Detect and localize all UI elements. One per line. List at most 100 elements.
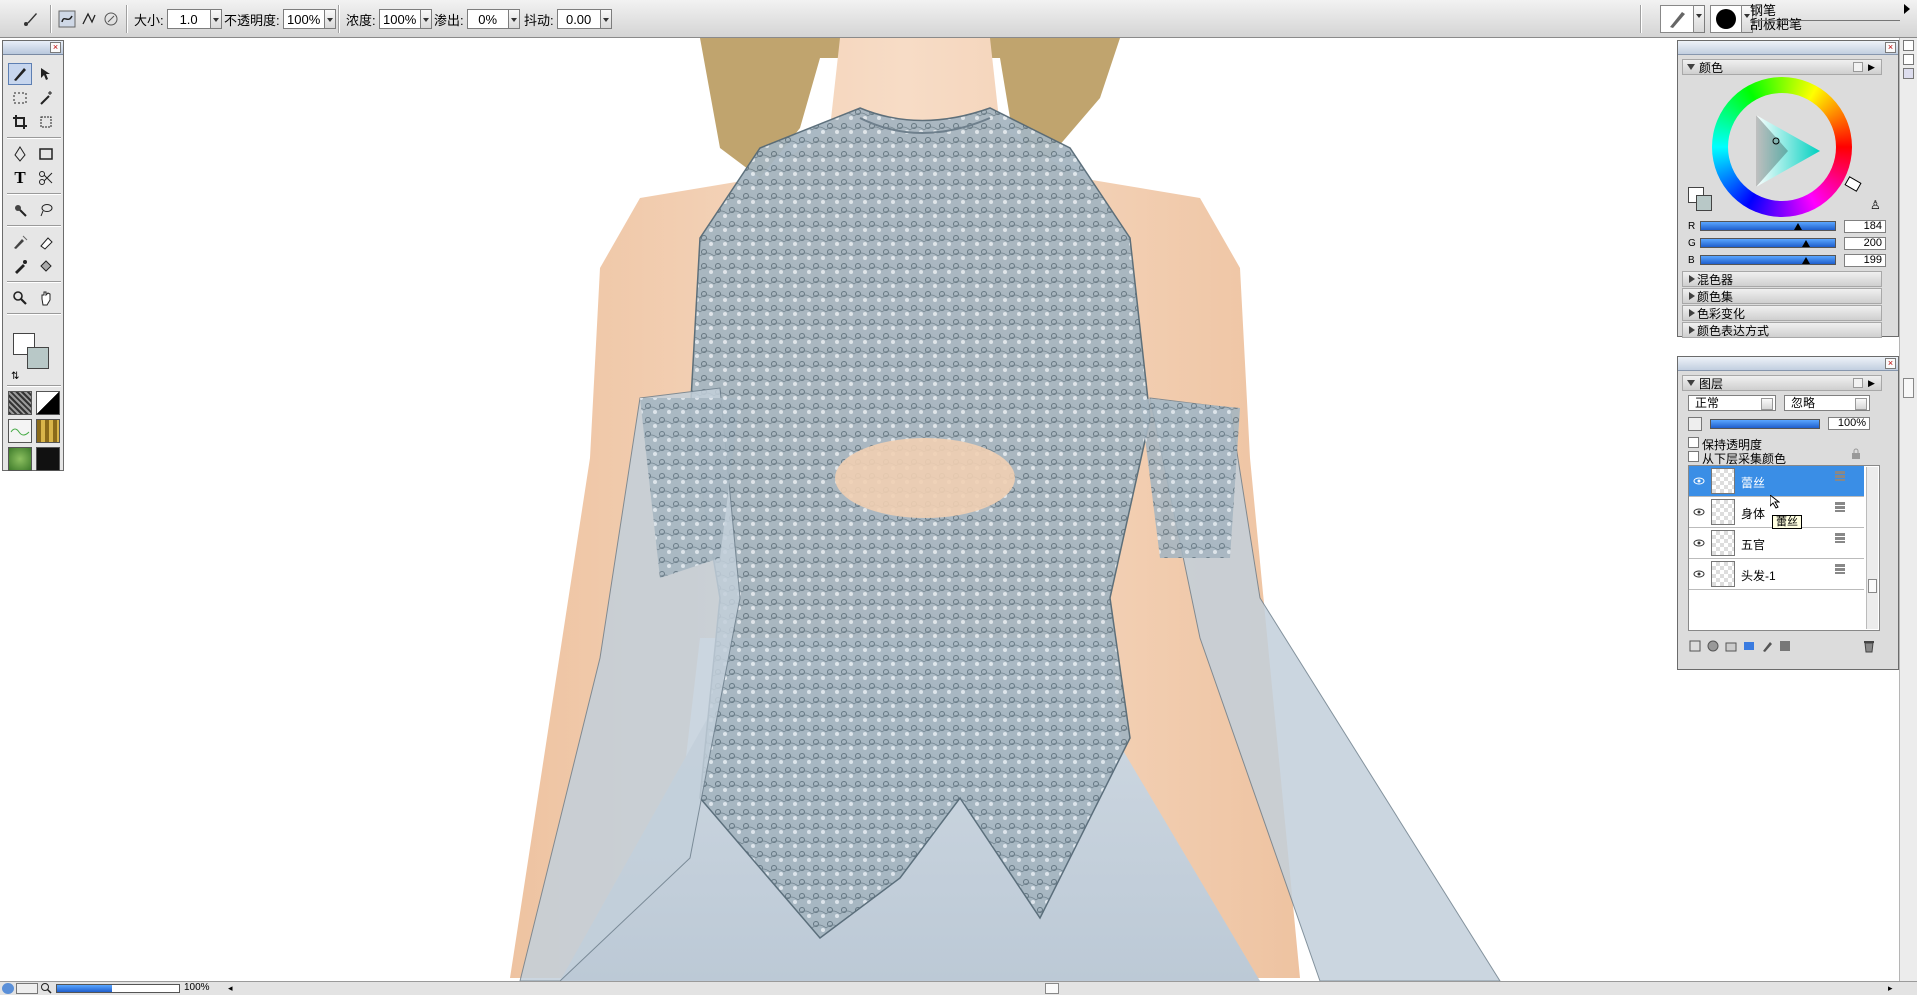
weaving-library-icon[interactable] [36,419,60,443]
size-input[interactable]: 1.0 [166,9,211,29]
color-section-close-icon[interactable] [1853,62,1863,72]
layers-section-header[interactable]: 图层 [1682,375,1882,391]
layers-section-close-icon[interactable] [1853,378,1863,388]
lock-icon[interactable] [1850,448,1862,460]
jitter-dropdown[interactable] [600,9,612,29]
rectangular-selection-tool[interactable] [8,87,32,109]
composite-method-select[interactable]: 忽略 [1784,395,1870,411]
layer-row[interactable]: 五官 [1689,528,1864,559]
color-palette-close-icon[interactable]: × [1885,42,1896,53]
layer-adjuster-tool[interactable] [34,63,58,85]
layer-visibility-eye-icon[interactable] [1691,505,1707,519]
layer-opacity-slider[interactable] [1710,419,1820,429]
dock-icon-2[interactable] [1903,54,1914,65]
layer-list-scrollbar[interactable] [1866,467,1878,629]
gradient-library-icon[interactable] [36,391,60,415]
layer-row[interactable]: 蕾丝 [1689,466,1864,497]
preserve-transparency-checkbox[interactable] [1688,437,1699,448]
saturation-value-triangle[interactable] [1748,111,1828,191]
color-palette-titlebar[interactable]: × [1678,41,1898,55]
zoom-slider[interactable] [56,984,180,993]
color-section-menu-icon[interactable]: ▶ [1868,62,1875,73]
b-slider[interactable] [1700,255,1836,265]
rectangle-shape-tool[interactable] [34,143,58,165]
layers-palette-titlebar[interactable]: × [1678,357,1898,371]
straight-line-stroke-icon[interactable] [78,8,100,30]
r-slider[interactable] [1700,221,1836,231]
view-mode-icon[interactable] [16,983,38,994]
bleed-input[interactable]: 0% [466,9,509,29]
layers-palette-close-icon[interactable]: × [1885,358,1896,369]
additional-color-swatch[interactable] [27,347,49,369]
pick-up-underlying-checkbox[interactable] [1688,451,1699,462]
pattern-library-icon[interactable] [8,419,32,443]
grabber-hand-tool[interactable] [34,287,58,309]
brush-category-selector[interactable] [1660,5,1694,33]
dropper-tool[interactable] [8,255,32,277]
zoom-icon[interactable] [40,982,52,994]
opacity-input[interactable]: 100% [282,9,325,29]
blend-mode-select[interactable]: 正常 [1688,395,1776,411]
scroll-left-arrow-icon[interactable]: ◂ [228,983,233,994]
blender-tool[interactable] [8,231,32,253]
palette-additional-color[interactable] [1696,195,1712,211]
layer-properties-icon[interactable] [1688,639,1702,653]
b-value[interactable]: 199 [1844,253,1886,267]
bleed-dropdown[interactable] [508,9,520,29]
reset-brush-icon[interactable] [100,8,122,30]
brush-tool[interactable] [8,63,32,85]
size-dropdown[interactable] [210,9,222,29]
layer-visibility-eye-icon[interactable] [1691,536,1707,550]
swap-colors-icon[interactable]: ⇅ [11,371,19,382]
look-library-icon[interactable] [36,447,60,471]
layer-group-icon[interactable] [1724,639,1738,653]
scroll-right-arrow-icon[interactable]: ▸ [1888,983,1893,994]
lasso-tool[interactable] [34,199,58,221]
brush-variant-selector[interactable] [1710,5,1742,33]
layer-visibility-eye-icon[interactable] [1691,474,1707,488]
delete-layer-icon[interactable] [1862,639,1876,653]
layer-opacity-value[interactable]: 100% [1828,417,1870,430]
jitter-input[interactable]: 0.00 [556,9,601,29]
transform-tool[interactable] [34,111,58,133]
color-section-header[interactable]: 颜色 [1682,59,1882,75]
magnifier-tool[interactable] [8,287,32,309]
new-watercolor-layer-icon[interactable] [1760,639,1774,653]
color-variability-section-header[interactable]: 色彩变化 [1682,305,1882,321]
mixer-section-header[interactable]: 混色器 [1682,271,1882,287]
freehand-stroke-icon[interactable] [56,8,78,30]
paper-library-icon[interactable] [8,391,32,415]
vertical-scrollbar[interactable] [1899,38,1917,981]
color-sets-section-header[interactable]: 颜色集 [1682,288,1882,304]
g-value[interactable]: 200 [1844,236,1886,250]
dock-icon-1[interactable] [1903,40,1914,51]
opacity-dropdown[interactable] [324,9,336,29]
brush-category-dropdown[interactable] [1694,5,1705,33]
nozzle-library-icon[interactable] [8,447,32,471]
layer-row[interactable]: 头发-1 [1689,559,1864,590]
density-dropdown[interactable] [420,9,432,29]
document-canvas[interactable] [0,38,1899,981]
dock-icon-3[interactable] [1903,68,1914,79]
crop-tool[interactable] [8,111,32,133]
magnifier-rotate-tool[interactable] [8,199,32,221]
g-slider[interactable] [1700,238,1836,248]
magic-wand-tool[interactable] [34,87,58,109]
paint-bucket-tool[interactable] [34,255,58,277]
color-expression-section-header[interactable]: 颜色表达方式 [1682,322,1882,338]
toolbox-titlebar[interactable]: × [3,41,63,55]
layer-list-scroll-thumb[interactable] [1868,579,1877,593]
brush-icon[interactable] [20,8,42,30]
density-input[interactable]: 100% [378,9,421,29]
new-layer-icon[interactable] [1778,639,1792,653]
pen-tool[interactable] [8,143,32,165]
text-tool[interactable]: T [8,167,32,189]
dynamic-plugins-icon[interactable] [1706,639,1720,653]
eraser-tool[interactable] [34,231,58,253]
r-value[interactable]: 184 [1844,219,1886,233]
toolbar-menu-arrow-icon[interactable] [1904,4,1910,14]
layers-section-menu-icon[interactable]: ▶ [1868,378,1875,389]
clone-color-icon[interactable]: ♙ [1870,198,1881,212]
toolbox-close-icon[interactable]: × [50,42,61,53]
layer-visibility-eye-icon[interactable] [1691,567,1707,581]
